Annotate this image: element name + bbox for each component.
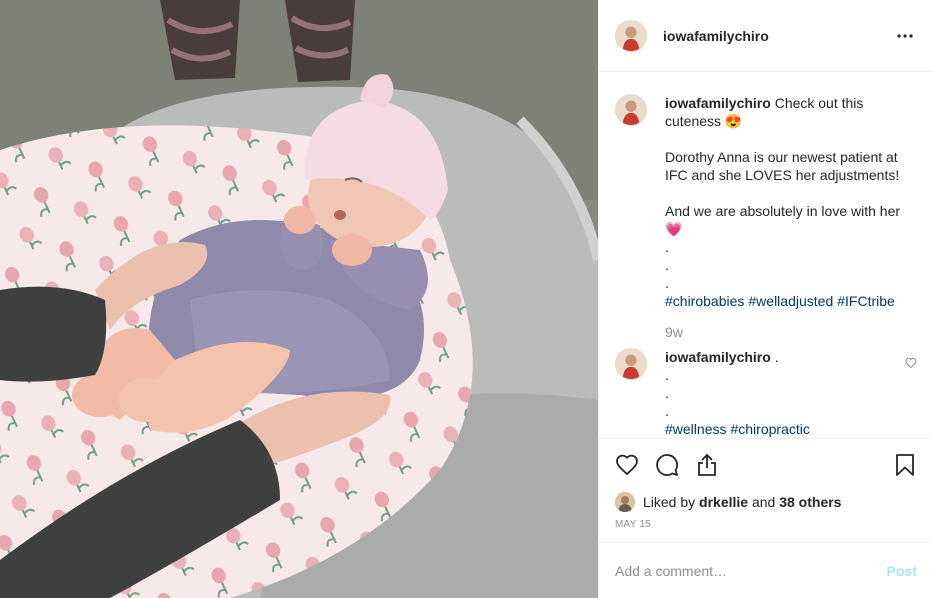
more-horizontal-icon[interactable] <box>893 24 917 48</box>
caption-username[interactable]: iowafamilychiro <box>665 95 771 111</box>
comment-line-1: . <box>774 349 779 365</box>
caption-dot-1: . <box>665 239 669 255</box>
comment-bubble-icon[interactable] <box>655 453 679 477</box>
action-buttons-row <box>615 439 917 491</box>
caption-time-ago[interactable]: 9w <box>665 324 917 340</box>
caption-line-3: And we are absolutely in love with her 💗 <box>665 203 901 237</box>
heart-icon[interactable] <box>615 453 639 477</box>
caption-line-2: Dorothy Anna is our newest patient at IF… <box>665 149 900 183</box>
likes-others-link[interactable]: 38 others <box>779 494 841 510</box>
post-photo[interactable] <box>0 0 598 598</box>
comment-text: iowafamilychiro . . . . #wellness #chirop… <box>665 348 917 438</box>
add-comment-input[interactable] <box>615 562 887 579</box>
post-side-panel: iowafamilychiro iowafamilychiro Check ou… <box>598 0 933 598</box>
hashtag-link[interactable]: #chirobabies <box>665 293 744 309</box>
hashtag-link[interactable]: #chiropractic <box>730 421 809 437</box>
commenter-username[interactable]: iowafamilychiro <box>665 349 771 365</box>
author-avatar[interactable] <box>615 19 647 52</box>
comment-dot-3: . <box>665 403 669 419</box>
caption-dot-3: . <box>665 275 669 291</box>
hashtag-link[interactable]: #welladjusted <box>748 293 833 309</box>
comment-dot-2: . <box>665 385 669 401</box>
likes-text: Liked by drkellie and 38 others <box>643 494 841 510</box>
comment-hashtags: #wellness #chiropractic <box>665 420 917 438</box>
hashtag-link[interactable]: #wellness <box>665 421 726 437</box>
first-liker-username[interactable]: drkellie <box>699 494 748 510</box>
likes-prefix: Liked by <box>643 494 700 510</box>
small-heart-icon[interactable] <box>905 356 917 374</box>
caption-hashtags: #chirobabies #welladjusted #IFCtribe <box>665 292 917 310</box>
commenter-avatar[interactable] <box>615 348 647 380</box>
share-icon[interactable] <box>695 453 719 477</box>
post-photo-illustration <box>0 0 598 598</box>
post-comment-button[interactable]: Post <box>887 563 917 579</box>
caption-text: iowafamilychiro Check out this cuteness … <box>665 94 917 310</box>
comment-dot-1: . <box>665 367 669 383</box>
author-username[interactable]: iowafamilychiro <box>663 28 769 44</box>
post-date[interactable]: MAY 15 <box>615 519 917 530</box>
add-comment-section: Post <box>599 542 933 598</box>
post-actions: Liked by drkellie and 38 others MAY 15 <box>599 438 933 542</box>
hashtag-link[interactable]: #IFCtribe <box>837 293 895 309</box>
likes-summary[interactable]: Liked by drkellie and 38 others <box>615 491 917 513</box>
likes-middle: and <box>748 494 780 510</box>
liker-avatar[interactable] <box>615 492 635 512</box>
comments-list[interactable]: iowafamilychiro Check out this cuteness … <box>599 72 933 438</box>
caption: iowafamilychiro Check out this cuteness … <box>615 94 917 310</box>
caption-dot-2: . <box>665 257 669 273</box>
comment-item: iowafamilychiro . . . . #wellness #chirop… <box>615 348 917 438</box>
instagram-post: iowafamilychiro iowafamilychiro Check ou… <box>0 0 933 598</box>
caption-avatar[interactable] <box>615 94 647 126</box>
bookmark-icon[interactable] <box>893 453 917 477</box>
post-header: iowafamilychiro <box>599 0 933 72</box>
